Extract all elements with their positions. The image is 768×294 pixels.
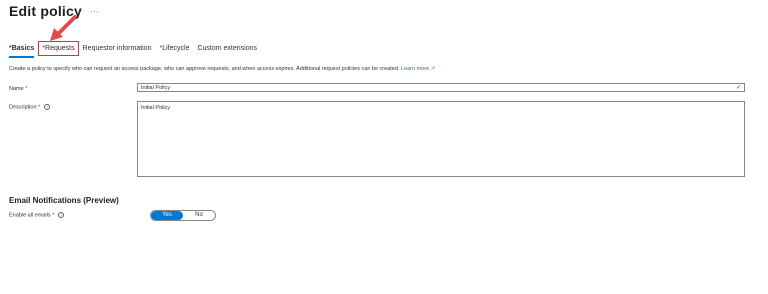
email-notifications-heading: Email Notifications (Preview): [9, 196, 119, 205]
description-field-value: Initial Policy: [141, 105, 171, 111]
intro-description: Create a policy to specify who can reque…: [9, 66, 400, 72]
tab-label: Basics: [11, 45, 35, 52]
tab-requestor-information[interactable]: Requestor information: [83, 45, 152, 52]
tab-label: Requestor information: [82, 45, 152, 52]
description-label: Description * i: [9, 104, 51, 111]
external-link-icon: ↗: [430, 66, 436, 72]
tab-lifecycle[interactable]: *Lifecycle: [160, 45, 190, 52]
info-icon[interactable]: i: [58, 212, 65, 218]
name-field-value: Initial Policy: [141, 85, 171, 91]
required-mark: *: [52, 212, 55, 219]
required-mark: *: [38, 104, 41, 111]
learn-more-label: Learn more: [400, 66, 430, 72]
tab-basics[interactable]: *Basics: [9, 45, 35, 58]
red-arrow-annotation-icon: [50, 15, 77, 41]
enable-emails-toggle: Yes No: [150, 210, 216, 221]
name-field[interactable]: Initial Policy ✓: [137, 83, 745, 92]
intro-text: Create a policy to specify who can reque…: [9, 66, 435, 72]
required-mark: *: [25, 86, 28, 92]
name-label: Name *: [9, 86, 27, 92]
name-label-text: Name: [9, 86, 24, 92]
learn-more-link[interactable]: Learn more ↗: [401, 66, 435, 72]
tab-bar: *Basics *Requests Requestor information …: [9, 41, 265, 59]
enable-emails-label-text: Enable all emails: [9, 212, 51, 219]
more-options-icon[interactable]: ···: [90, 6, 99, 16]
tab-custom-extensions[interactable]: Custom extensions: [197, 45, 257, 52]
tab-label: Requests: [45, 45, 75, 52]
tab-requests[interactable]: *Requests: [38, 41, 79, 56]
description-field[interactable]: Initial Policy: [137, 101, 745, 177]
checkmark-icon: ✓: [735, 85, 741, 91]
enable-emails-label: Enable all emails * i: [9, 212, 65, 219]
toggle-option-no[interactable]: No: [183, 211, 215, 220]
tab-label: Lifecycle: [162, 45, 190, 52]
description-label-text: Description: [9, 104, 37, 111]
toggle-option-yes[interactable]: Yes: [151, 211, 183, 220]
tab-label: Custom extensions: [197, 45, 257, 52]
info-icon[interactable]: i: [44, 104, 51, 110]
